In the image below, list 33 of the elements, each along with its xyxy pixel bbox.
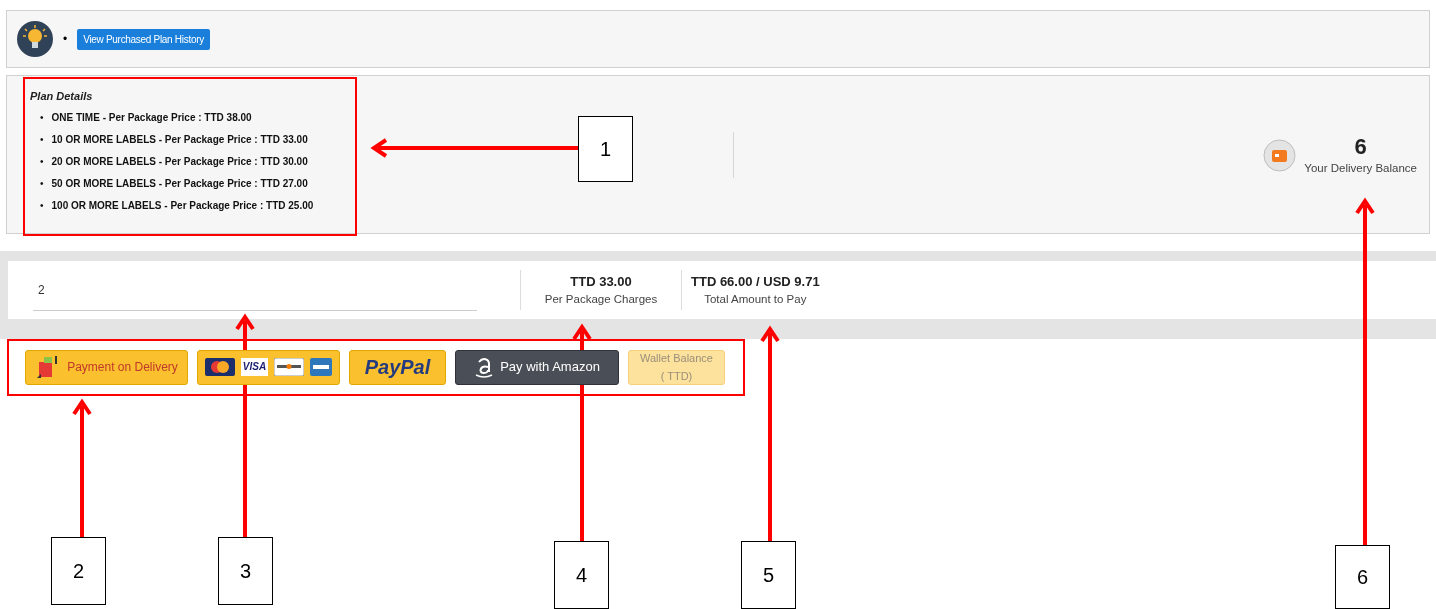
lightbulb-icon — [17, 21, 53, 57]
quantity-field[interactable]: 2 — [33, 269, 477, 311]
plan-price-item: 20 OR MORE LABELS - Per Package Price : TTD 30.00 — [51, 154, 308, 168]
per-package-label: Per Package Charges — [544, 292, 658, 308]
bullet: • — [40, 154, 44, 168]
plan-price-item: 50 OR MORE LABELS - Per Package Price : TTD 27.00 — [51, 176, 308, 190]
card-payment-button[interactable]: VISA — [197, 349, 340, 385]
callout-number: 3 — [218, 537, 273, 605]
callout-number: 1 — [578, 116, 633, 182]
bullet: • — [40, 198, 44, 212]
payment-on-delivery-button[interactable]: Payment on Delivery — [25, 349, 188, 385]
bullet: • — [63, 31, 68, 48]
plan-price-item: ONE TIME - Per Package Price : TTD 38.00 — [51, 110, 252, 124]
balance-label: Your Delivery Balance — [1304, 161, 1417, 176]
callout-number: 5 — [741, 541, 796, 609]
bullet: • — [40, 132, 44, 146]
callout-number: 4 — [554, 541, 609, 609]
total-amount: TTD 66.00 / USD 9.71 — [691, 272, 820, 291]
balance-value: 6 — [1354, 134, 1367, 160]
wallet-icon — [1263, 139, 1297, 173]
per-package-amount: TTD 33.00 — [570, 272, 632, 291]
amazon-a-icon — [474, 355, 495, 379]
plan-price-item: 100 OR MORE LABELS - Per Package Price : TTD 25.00 — [51, 198, 314, 212]
plan-details-title: Plan Details — [30, 89, 94, 104]
view-history-button[interactable]: View Purchased Plan History — [77, 28, 210, 50]
callout-number: 2 — [51, 537, 106, 605]
plan-price-item: 10 OR MORE LABELS - Per Package Price : TTD 33.00 — [51, 132, 308, 146]
bullet: • — [40, 176, 44, 190]
bullet: • — [40, 110, 44, 124]
callout-number: 6 — [1335, 545, 1390, 609]
total-label: Total Amount to Pay — [704, 292, 807, 308]
paypal-button[interactable]: PayPal — [349, 349, 446, 385]
pay-with-amazon-button[interactable]: Pay with Amazon — [455, 349, 619, 385]
